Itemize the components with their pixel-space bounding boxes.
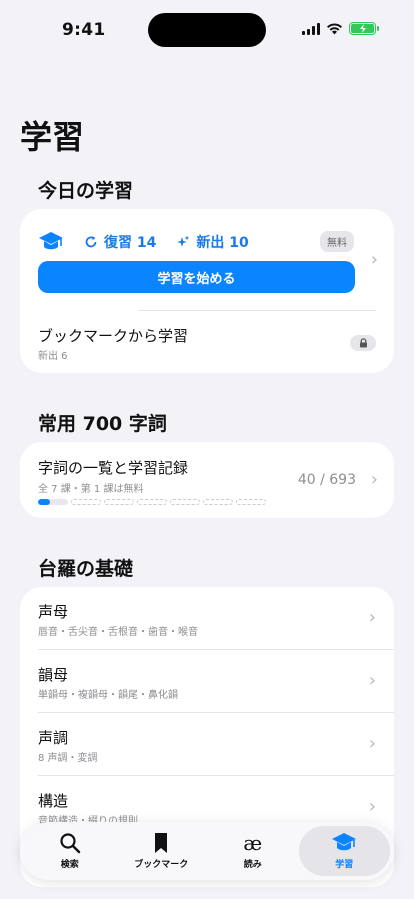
status-icons [302, 22, 379, 35]
row-title: 構造 [38, 792, 69, 810]
section-title-today: 今日の学習 [38, 180, 134, 202]
tab-read[interactable]: æ 読み [207, 826, 299, 876]
tab-study[interactable]: 学習 [298, 826, 390, 876]
lesson-progress-segment [104, 499, 134, 505]
graduation-cap-icon [39, 232, 63, 250]
chevron-right-icon: › [368, 607, 376, 628]
review-summary: 復習 14 新出 10 [38, 231, 249, 253]
dynamic-island [148, 13, 266, 47]
chevron-right-icon: › [368, 670, 376, 691]
lesson-progress-segment [236, 499, 266, 505]
word-list-title: 字詞の一覧と学習記録 [38, 459, 189, 477]
status-bar: 9:41 [0, 0, 414, 60]
progress-fill [38, 499, 51, 505]
basics-row-finals[interactable]: 韻母 単韻母・複韻母・韻尾・鼻化韻 › [20, 650, 394, 712]
tab-bookmark[interactable]: ブックマーク [116, 826, 208, 876]
row-subtitle: 8 声調・変調 [38, 753, 98, 764]
tab-bar: 検索 ブックマーク æ 読み 学習 [20, 822, 394, 880]
lock-icon [350, 335, 376, 351]
graduation-cap-icon [332, 833, 357, 851]
free-badge: 無料 [320, 231, 354, 252]
row-title: 声母 [38, 603, 69, 621]
start-study-button[interactable]: 学習を始める [38, 261, 355, 293]
row-title: 韻母 [38, 666, 69, 684]
tab-label: 読み [243, 860, 262, 870]
word-list-subtitle: 全 7 課・第 1 課は無料 [38, 484, 144, 495]
wifi-icon [327, 22, 342, 34]
row-title: 声調 [38, 729, 69, 747]
status-time: 9:41 [62, 20, 106, 40]
review-count: 復習 14 [104, 235, 157, 251]
divider [138, 310, 376, 311]
lesson-progress-segment [71, 499, 101, 505]
tab-search[interactable]: 検索 [24, 826, 116, 876]
chevron-right-icon: › [368, 733, 376, 754]
chevron-right-icon: › [368, 796, 376, 817]
bookmark-study-subtitle: 新出 6 [38, 351, 68, 362]
section-title-basics: 台羅の基礎 [38, 558, 134, 580]
row-subtitle: 単韻母・複韻母・韻尾・鼻化韻 [38, 690, 178, 701]
review-arrow-icon [85, 236, 97, 248]
ae-ligature-icon: æ [243, 831, 263, 855]
basics-row-initials[interactable]: 声母 唇音・舌尖音・舌根音・歯音・喉音 › [20, 587, 394, 649]
row-subtitle: 唇音・舌尖音・舌根音・歯音・喉音 [38, 627, 198, 638]
word-list-count: 40 / 693 [297, 472, 356, 488]
lesson-progress-segment [170, 499, 200, 505]
word-list-card[interactable]: 字詞の一覧と学習記録 全 7 課・第 1 課は無料 40 / 693 › [20, 442, 394, 518]
lesson-progress-segment [137, 499, 167, 505]
tab-label: 学習 [335, 860, 354, 870]
sparkles-icon [177, 235, 190, 247]
section-title-jouyou: 常用 700 字詞 [38, 413, 167, 435]
battery-charging-icon [349, 22, 379, 35]
bookmark-icon [155, 833, 168, 853]
chevron-right-icon: › [370, 469, 378, 490]
new-count: 新出 10 [196, 235, 249, 251]
lesson-progress-segment [38, 499, 68, 505]
lesson-progress-segment [203, 499, 233, 505]
bookmark-study-title: ブックマークから学習 [38, 327, 189, 345]
tab-label: ブックマーク [134, 860, 189, 870]
today-study-card: 復習 14 新出 10 無料 学習を始める › ブックマークから学習 新出 6 [20, 209, 394, 373]
cellular-signal-icon [302, 22, 320, 35]
tab-label: 検索 [60, 860, 79, 870]
search-icon [60, 833, 80, 854]
chevron-right-icon[interactable]: › [371, 249, 378, 270]
basics-row-tones[interactable]: 声調 8 声調・変調 › [20, 713, 394, 775]
lesson-progress-bar [38, 499, 266, 505]
page-title: 学習 [20, 118, 85, 156]
